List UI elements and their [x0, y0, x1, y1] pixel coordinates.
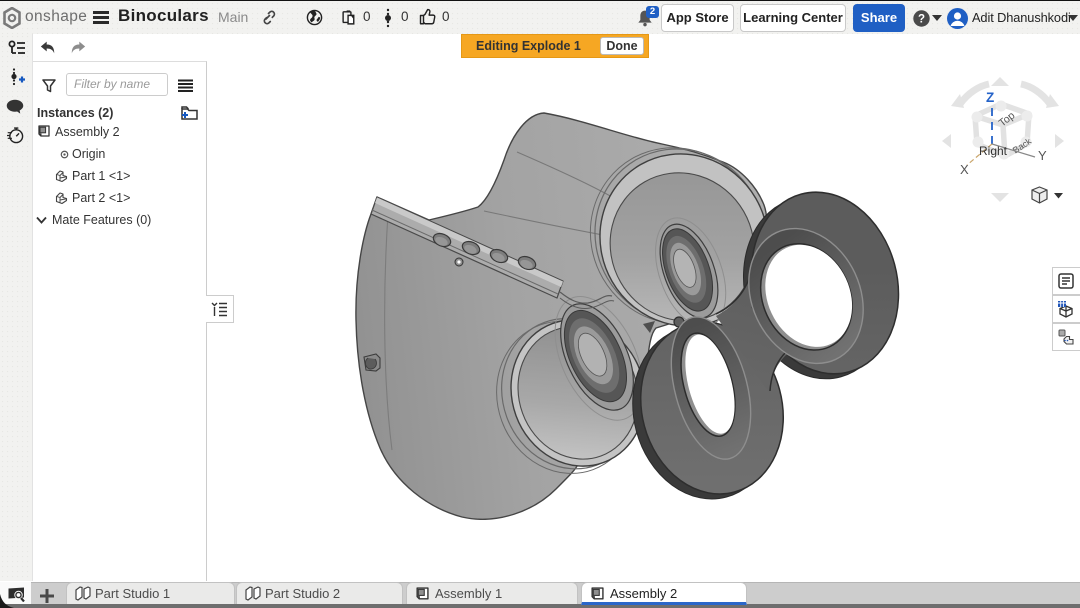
svg-text:Right: Right — [979, 144, 1008, 158]
svg-text:Z: Z — [986, 90, 994, 105]
svg-text:?: ? — [918, 14, 925, 26]
svg-text:Y: Y — [1038, 148, 1047, 163]
svg-text:X: X — [960, 162, 969, 177]
